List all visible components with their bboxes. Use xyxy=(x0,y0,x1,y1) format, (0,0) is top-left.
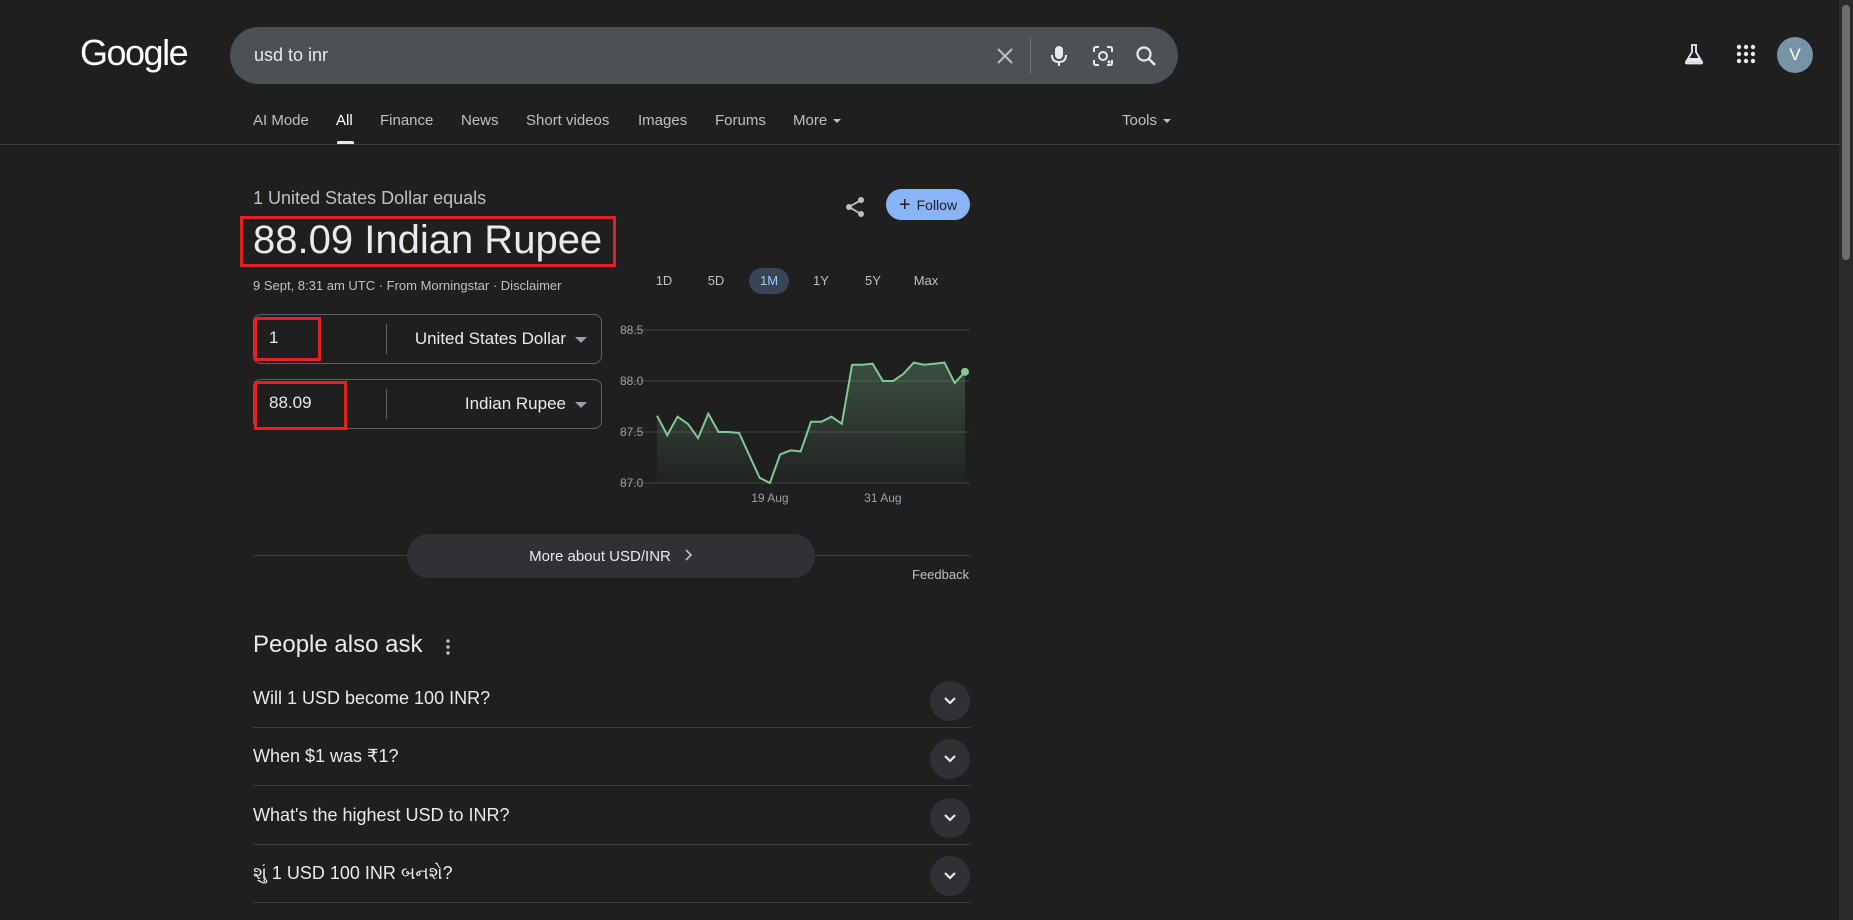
labs-flask-icon[interactable] xyxy=(1678,38,1710,70)
search-divider xyxy=(1030,37,1031,74)
exchange-rate-chart[interactable]: 88.5 88.0 87.5 87.0 19 Aug 31 Aug xyxy=(610,310,970,510)
highlight-box xyxy=(254,381,347,430)
tools-button[interactable]: Tools xyxy=(1122,112,1172,129)
paa-question-text: When $1 was ₹1? xyxy=(253,746,399,766)
camera-lens-icon[interactable] xyxy=(1087,40,1119,72)
search-bar[interactable]: usd to inr xyxy=(230,27,1178,84)
caret-down-icon xyxy=(833,119,842,124)
more-about-button[interactable]: More about USD/INR xyxy=(407,534,815,578)
range-max[interactable]: Max xyxy=(906,268,946,294)
search-icon[interactable] xyxy=(1130,40,1162,72)
chevron-down-icon[interactable] xyxy=(930,739,970,779)
microphone-icon[interactable] xyxy=(1043,40,1075,72)
more-about-label: More about USD/INR xyxy=(529,547,671,565)
paa-question-text: Will 1 USD become 100 INR? xyxy=(253,688,491,708)
highlight-box xyxy=(254,317,321,361)
last-point xyxy=(961,367,969,376)
conversion-subtitle: 1 United States Dollar equals xyxy=(253,188,487,208)
paa-question-text: What's the highest USD to INR? xyxy=(253,805,510,825)
tab-ai-mode[interactable]: AI Mode xyxy=(253,112,309,129)
search-tabs: AI Mode All Finance News Short videos Im… xyxy=(0,112,1853,146)
x-tick-label: 19 Aug xyxy=(751,491,788,505)
paa-question[interactable]: When $1 was ₹1? xyxy=(253,728,970,786)
converter-divider xyxy=(386,389,387,419)
tab-forums[interactable]: Forums xyxy=(715,112,766,129)
tab-news[interactable]: News xyxy=(461,112,499,129)
range-5d[interactable]: 5D xyxy=(696,268,736,294)
account-avatar[interactable]: V xyxy=(1777,37,1813,73)
share-icon[interactable] xyxy=(840,192,870,222)
y-tick-label: 88.5 xyxy=(620,323,644,337)
from-currency-select[interactable]: United States Dollar xyxy=(415,329,566,349)
chevron-right-icon xyxy=(683,548,693,565)
tab-short-videos[interactable]: Short videos xyxy=(526,112,609,129)
paa-question[interactable]: Will 1 USD become 100 INR? xyxy=(253,670,970,728)
tab-more[interactable]: More xyxy=(793,112,842,129)
y-tick-label: 88.0 xyxy=(620,374,644,388)
tab-all[interactable]: All xyxy=(336,112,353,129)
follow-label: Follow xyxy=(916,196,958,213)
clear-icon[interactable] xyxy=(989,40,1021,72)
apps-grid-icon[interactable] xyxy=(1730,38,1762,70)
to-currency-select[interactable]: Indian Rupee xyxy=(465,394,566,414)
plus-icon: + xyxy=(898,193,911,216)
caret-down-icon xyxy=(1163,119,1172,124)
range-5y[interactable]: 5Y xyxy=(853,268,893,294)
paa-question[interactable]: What's the highest USD to INR? xyxy=(253,787,970,845)
paa-question-text: શું 1 USD 100 INR બનશે? xyxy=(253,863,453,883)
tab-images[interactable]: Images xyxy=(638,112,687,129)
google-logo[interactable]: Google xyxy=(80,32,189,74)
x-tick-label: 31 Aug xyxy=(864,491,901,505)
chevron-down-icon[interactable] xyxy=(930,681,970,721)
converter-divider xyxy=(386,324,387,354)
header-divider xyxy=(0,144,1840,145)
people-also-ask-title: People also ask xyxy=(253,631,423,658)
chevron-down-icon[interactable] xyxy=(930,856,970,896)
tab-finance[interactable]: Finance xyxy=(380,112,433,129)
paa-question[interactable]: શું 1 USD 100 INR બનશે? xyxy=(253,845,970,903)
tools-label: Tools xyxy=(1122,112,1158,129)
dropdown-arrow-icon xyxy=(575,337,587,343)
range-1y[interactable]: 1Y xyxy=(801,268,841,294)
rate-timestamp: 9 Sept, 8:31 am UTC · From Morningstar ·… xyxy=(253,278,562,293)
y-tick-label: 87.5 xyxy=(620,425,644,439)
chevron-down-icon[interactable] xyxy=(930,798,970,838)
scrollbar-thumb[interactable] xyxy=(1842,5,1850,260)
y-tick-label: 87.0 xyxy=(620,476,644,490)
scrollbar[interactable] xyxy=(1839,0,1853,920)
feedback-link[interactable]: Feedback xyxy=(912,567,969,582)
range-1d[interactable]: 1D xyxy=(644,268,684,294)
follow-button[interactable]: + Follow xyxy=(886,189,970,220)
conversion-result: 88.09 Indian Rupee xyxy=(253,218,603,262)
search-input[interactable]: usd to inr xyxy=(254,45,328,66)
more-options-icon[interactable] xyxy=(438,637,458,657)
tab-more-label: More xyxy=(793,112,828,129)
dropdown-arrow-icon xyxy=(575,402,587,408)
range-1m[interactable]: 1M xyxy=(749,268,789,294)
